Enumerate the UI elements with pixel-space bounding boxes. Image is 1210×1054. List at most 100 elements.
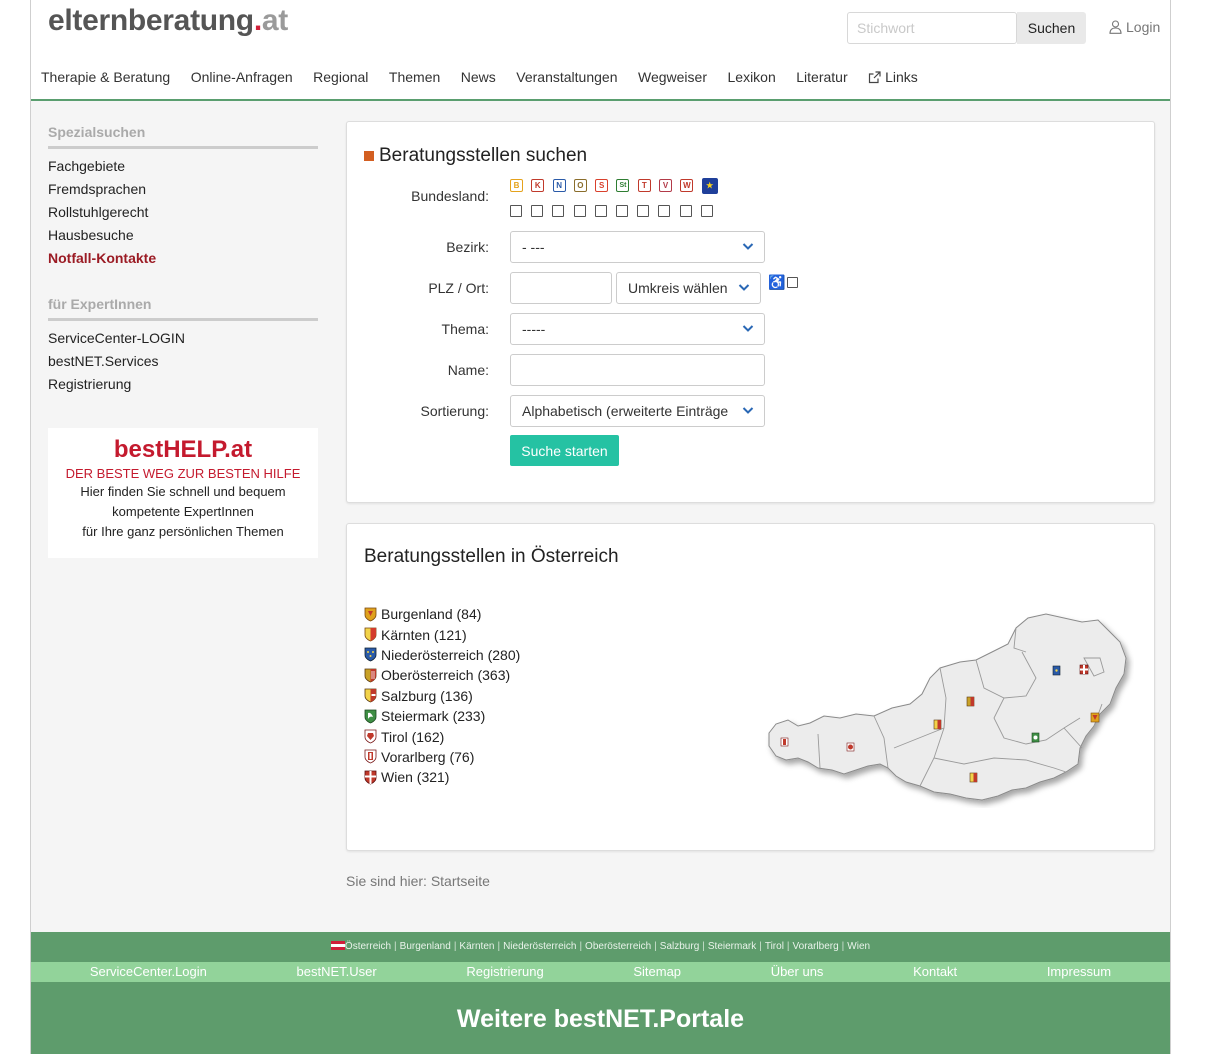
topic-select[interactable]: ----- [510,313,765,345]
besthelp-ad-banner[interactable]: bestHELP.at DER BESTE WEG ZUR BESTEN HIL… [48,428,318,558]
region-burgenland[interactable]: Burgenland (84) [364,604,520,624]
state-button-s[interactable]: S [595,179,609,192]
footer-link-kontakt[interactable]: Kontakt [913,962,957,982]
sidebar-item-hausbesuche[interactable]: Hausbesuche [48,225,318,248]
district-select[interactable]: - --- [510,231,765,263]
nav-item-therapie[interactable]: Therapie & Beratung [41,69,170,85]
footer-separator: | [702,941,705,952]
site-logo[interactable]: elternberatung.at [48,4,288,38]
sidebar-item-registrierung[interactable]: Registrierung [48,374,318,397]
footer-state-wien[interactable]: Wien [847,941,870,952]
zip-input[interactable] [510,272,612,304]
footer-separator: | [786,941,790,952]
region-label: Kärnten (121) [381,626,467,643]
state-button-w[interactable]: W [680,179,694,192]
footer-state-oesterreich[interactable]: Österreich [345,941,391,952]
footer-state-burgenland[interactable]: Burgenland [400,941,451,952]
austria-map[interactable] [764,608,1134,808]
map-crest-steiermark [1031,732,1040,743]
chevron-down-icon [742,243,754,250]
ad-line-1: Hier finden Sie schnell und bequem [80,484,286,499]
state-button-v[interactable]: V [659,179,673,192]
footer-link-sitemap[interactable]: Sitemap [633,962,681,982]
nav-item-news[interactable]: News [461,69,496,85]
footer-state-salzburg[interactable]: Salzburg [660,941,699,952]
region-tirol[interactable]: Tirol (162) [364,726,520,746]
footer-link-bestnet-user[interactable]: bestNET.User [297,962,377,982]
map-crest-niederoesterreich [1052,665,1061,676]
state-checkbox-s[interactable] [594,205,607,217]
footer-state-tirol[interactable]: Tirol [765,941,784,952]
footer-state-steiermark[interactable]: Steiermark [708,941,756,952]
state-checkbox-v[interactable] [658,205,671,217]
sidebar-item-fremdsprachen[interactable]: Fremdsprachen [48,179,318,202]
nav-item-regional[interactable]: Regional [313,69,368,85]
region-vorarlberg[interactable]: Vorarlberg (76) [364,747,520,767]
nav-item-themen[interactable]: Themen [389,69,440,85]
state-checkbox-t[interactable] [637,205,650,217]
state-button-o[interactable]: O [573,179,587,192]
footer-state-oberoesterreich[interactable]: Oberösterreich [585,941,651,952]
state-checkbox-o[interactable] [573,205,586,217]
login-link[interactable]: Login [1109,19,1160,35]
footer-link-ueber-uns[interactable]: Über uns [771,962,824,982]
nav-item-links[interactable]: Links [868,69,938,85]
region-label: Vorarlberg (76) [381,748,475,765]
nav-item-wegweiser[interactable]: Wegweiser [638,69,707,85]
sidebar-item-rollstuhlgerecht[interactable]: Rollstuhlgerecht [48,202,318,225]
chevron-down-icon [742,325,754,332]
steiermark-crest-icon [364,709,377,724]
austria-outline [768,613,1127,801]
footer-link-impressum[interactable]: Impressum [1047,962,1111,982]
logo-dot: . [253,4,262,37]
state-checkbox-n[interactable] [552,205,565,217]
region-steiermark[interactable]: Steiermark (233) [364,706,520,726]
state-button-st[interactable]: St [616,179,630,192]
region-kaernten[interactable]: Kärnten (121) [364,624,520,644]
user-icon [1109,20,1122,34]
sidebar-item-fachgebiete[interactable]: Fachgebiete [48,156,318,179]
region-salzburg[interactable]: Salzburg (136) [364,686,520,706]
nav-item-veranstaltungen[interactable]: Veranstaltungen [516,69,617,85]
footer-state-vorarlberg[interactable]: Vorarlberg [793,941,839,952]
name-input[interactable] [510,354,765,386]
footer-link-servicecenter-login[interactable]: ServiceCenter.Login [90,962,207,982]
search-panel: Beratungsstellen suchen Bundesland: B K … [346,121,1155,503]
sidebar-item-servicecenter-login[interactable]: ServiceCenter-LOGIN [48,328,318,351]
footer-state-kaernten[interactable]: Kärnten [459,941,494,952]
state-button-n[interactable]: N [552,179,566,192]
map-crest-salzburg [933,719,942,730]
state-checkbox-k[interactable] [531,205,544,217]
start-search-button[interactable]: Suche starten [510,435,619,466]
state-button-b[interactable]: B [510,179,523,192]
state-checkbox-eu[interactable] [700,205,713,217]
wheelchair-checkbox[interactable] [787,277,798,288]
footer-state-niederoesterreich[interactable]: Niederösterreich [503,941,576,952]
state-checkbox-b[interactable] [510,205,522,217]
nav-item-lexikon[interactable]: Lexikon [728,69,776,85]
main-nav: Therapie & Beratung Online-Anfragen Regi… [41,69,959,85]
state-button-k[interactable]: K [531,179,545,192]
ad-line-3: für Ihre ganz persönlichen Themen [82,524,284,539]
footer-link-registrierung[interactable]: Registrierung [466,962,543,982]
sidebar-item-bestnet-services[interactable]: bestNET.Services [48,351,318,374]
radius-select[interactable]: Umkreis wählen [616,272,761,304]
map-crest-tirol [846,742,855,752]
search-button[interactable]: Suchen [1017,12,1086,44]
map-crest-oberoesterreich [966,696,975,707]
nav-item-literatur[interactable]: Literatur [796,69,847,85]
sidebar: Spezialsuchen Fachgebiete Fremdsprachen … [48,124,318,397]
state-checkbox-st[interactable] [615,205,628,217]
state-checkbox-w[interactable] [679,205,692,217]
region-oberoesterreich[interactable]: Oberösterreich (363) [364,665,520,685]
region-wien[interactable]: Wien (321) [364,767,520,787]
search-input[interactable] [847,12,1017,44]
eu-flag-icon[interactable]: ★ [701,178,718,194]
logo-tld: at [261,4,288,37]
nav-item-online-anfragen[interactable]: Online-Anfragen [191,69,293,85]
sort-select[interactable]: Alphabetisch (erweiterte Einträge [510,395,765,427]
special-search-heading: Spezialsuchen [48,124,318,149]
region-niederoesterreich[interactable]: Niederösterreich (280) [364,645,520,665]
state-button-t[interactable]: T [637,179,651,192]
sidebar-item-notfall-kontakte[interactable]: Notfall-Kontakte [48,248,318,271]
